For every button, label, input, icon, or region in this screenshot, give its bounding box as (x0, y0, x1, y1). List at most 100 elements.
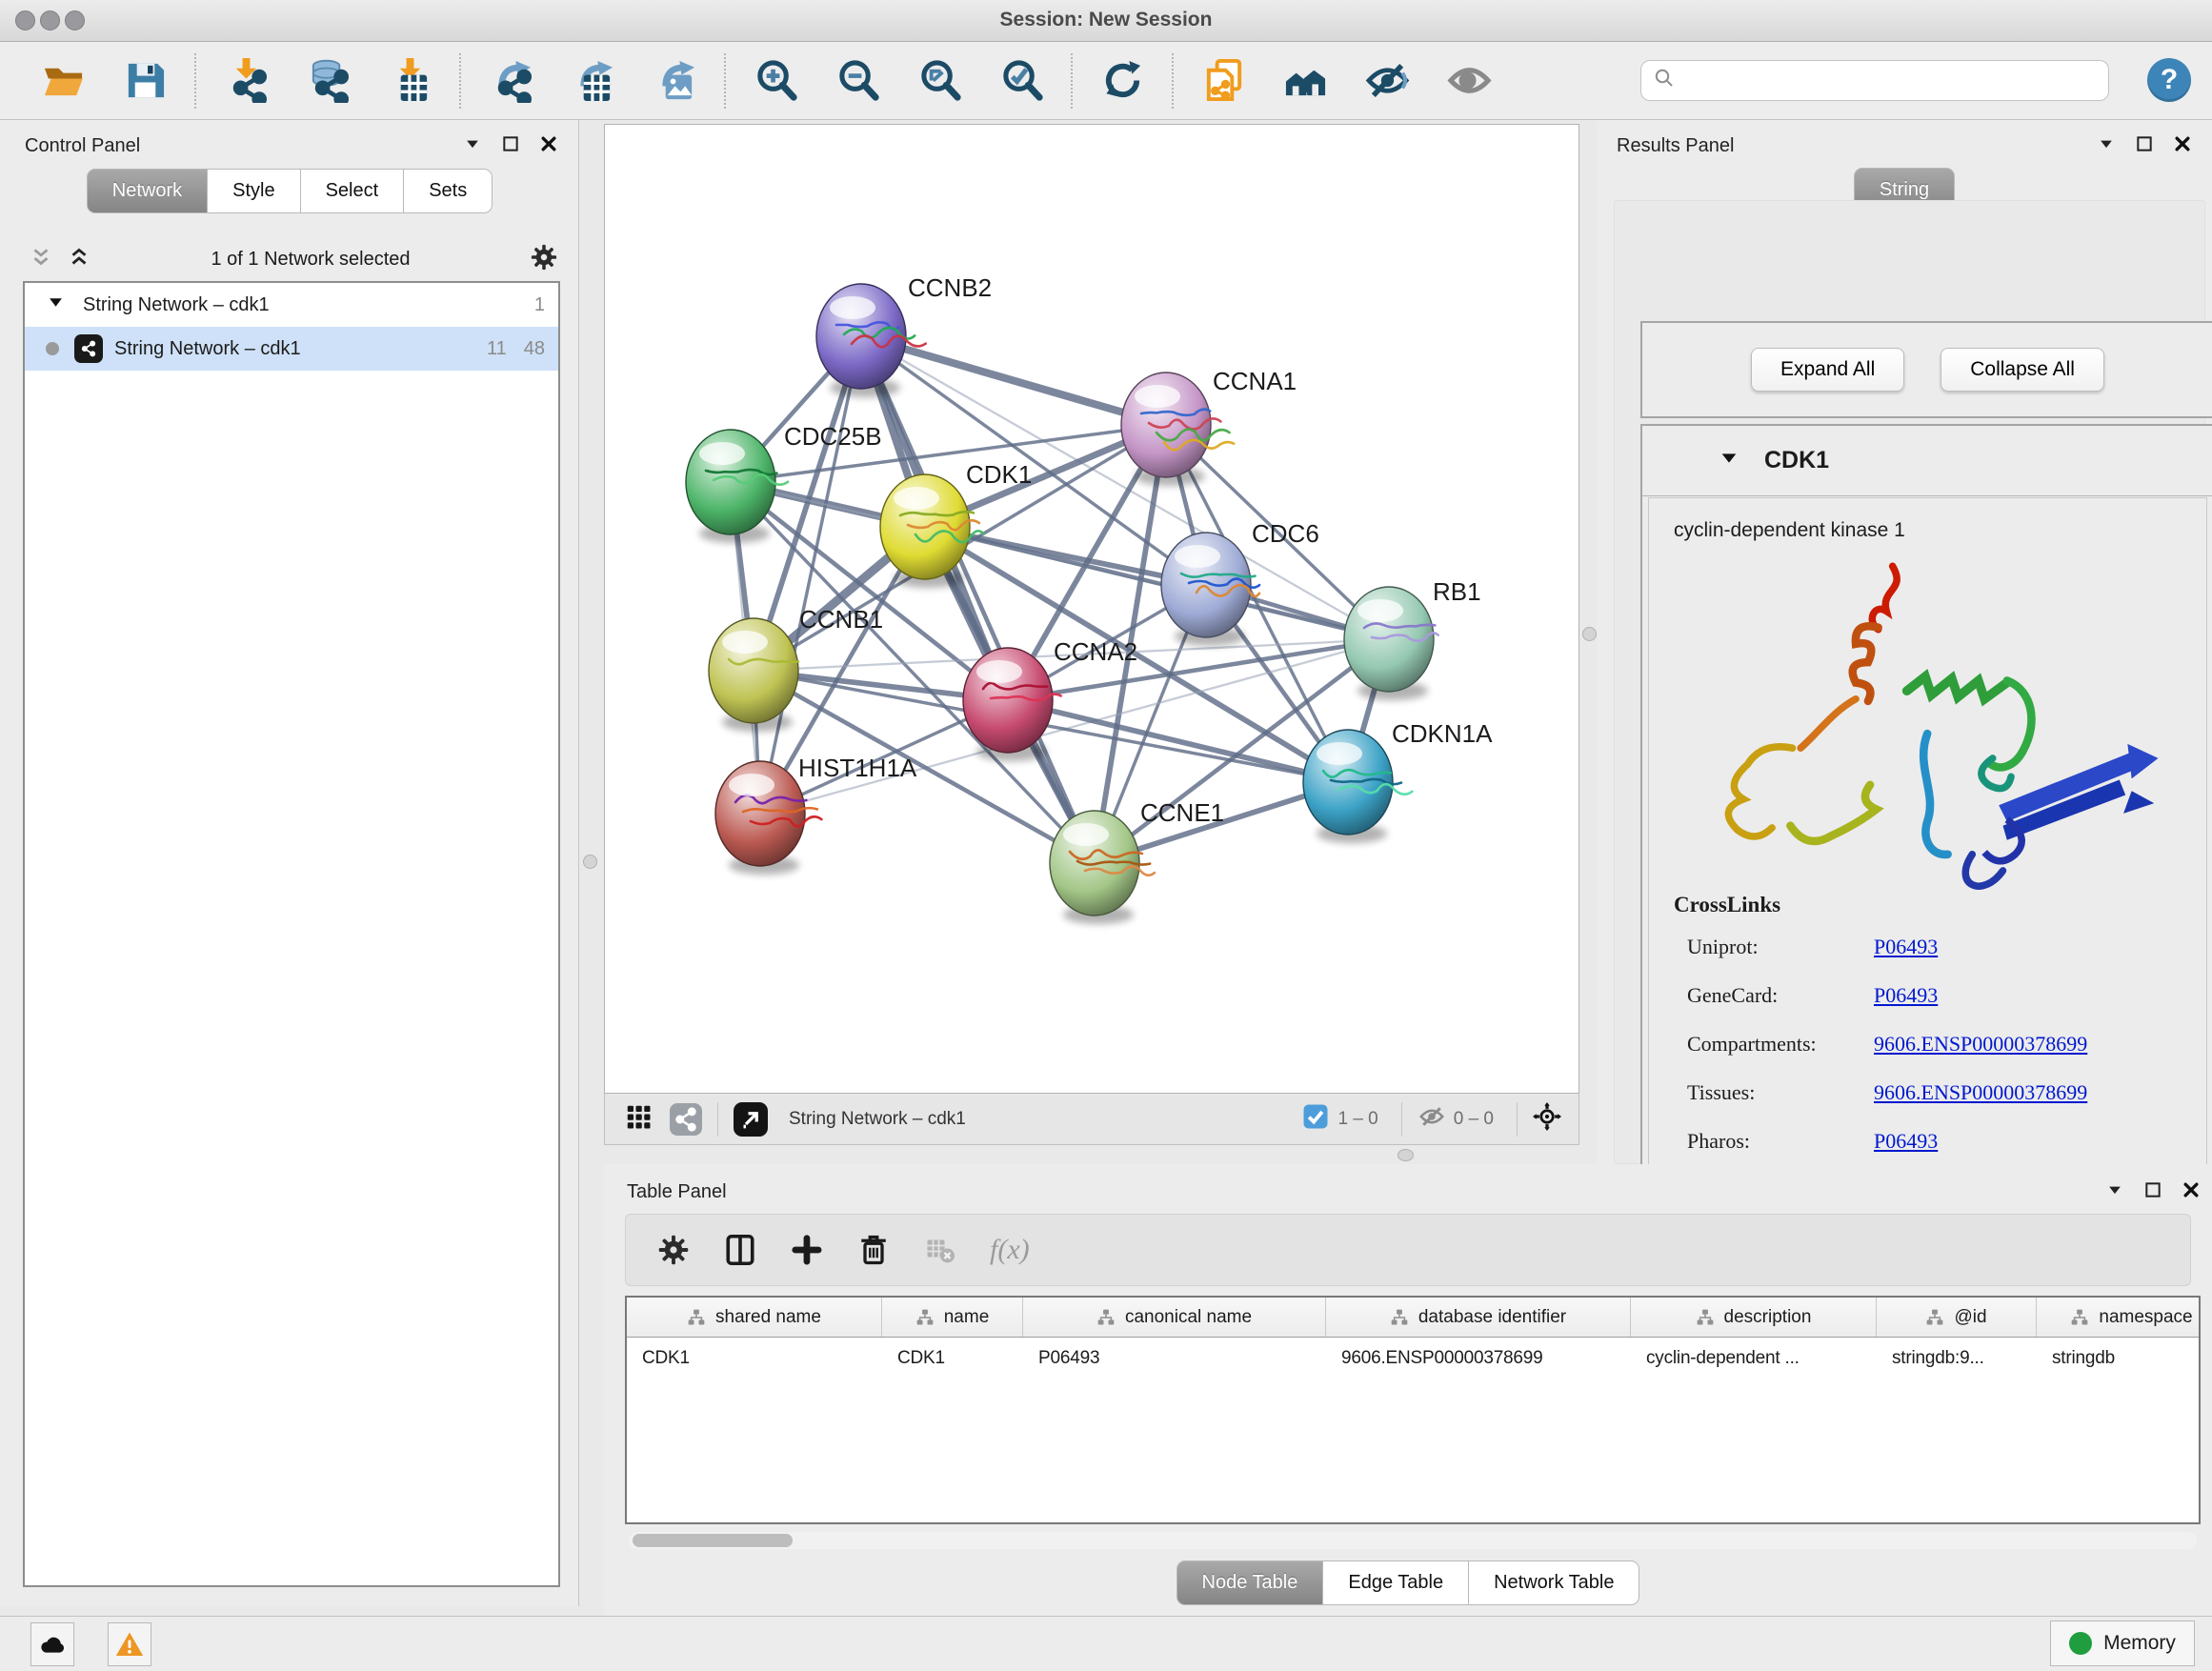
network-node-ccne1[interactable] (1050, 811, 1155, 916)
cloud-icon (37, 1629, 68, 1660)
table-cell[interactable]: P06493 (1023, 1348, 1326, 1369)
table-cell[interactable]: stringdb (2037, 1348, 2201, 1369)
hide-panels-button[interactable] (1362, 56, 1412, 106)
column-header-shared-name[interactable]: shared name (627, 1298, 882, 1337)
column-header-database-identifier[interactable]: database identifier (1326, 1298, 1631, 1337)
tab-style[interactable]: Style (208, 169, 300, 213)
search-box[interactable] (1640, 60, 2109, 101)
home-button[interactable] (1280, 56, 1330, 106)
columns-button[interactable] (723, 1233, 757, 1267)
help-button[interactable]: ? (2147, 58, 2191, 102)
add-button[interactable] (790, 1233, 824, 1267)
network-tree-row[interactable]: String Network – cdk11148 (25, 327, 558, 371)
tab-select[interactable]: Select (301, 169, 405, 213)
save-session-button[interactable] (120, 56, 170, 106)
import-network-database-button[interactable] (303, 56, 352, 106)
cloud-button[interactable] (30, 1622, 74, 1666)
table-cell[interactable]: cyclin-dependent ... (1631, 1348, 1877, 1369)
table-cell[interactable]: CDK1 (882, 1348, 1023, 1369)
refresh-button[interactable] (1097, 56, 1147, 106)
network-view-canvas[interactable]: CCNB2CCNA1CDC25BCDK1CDC6RB1CCNB1CCNA2CDK… (604, 124, 1579, 1094)
trash-button[interactable] (856, 1233, 891, 1267)
fx-button[interactable]: f(x) (990, 1234, 1030, 1266)
grid-view-icon[interactable] (624, 1102, 653, 1137)
warning-button[interactable] (108, 1622, 151, 1666)
clone-network-button[interactable] (1198, 56, 1248, 106)
network-graph[interactable]: CCNB2CCNA1CDC25BCDK1CDC6RB1CCNB1CCNA2CDK… (605, 125, 1579, 1093)
network-options-gear-icon[interactable] (530, 243, 558, 276)
tree-expand-triangle-icon[interactable] (48, 294, 64, 316)
show-eye-button[interactable] (1444, 56, 1494, 106)
zoom-selected-button[interactable] (996, 56, 1046, 106)
expand-all-icon[interactable] (67, 245, 91, 274)
crosslink-link[interactable]: 9606.ENSP00000378699 (1874, 1032, 2087, 1056)
control-panel-close-icon[interactable] (539, 134, 558, 158)
results-section-header[interactable]: CDK1 (1642, 426, 2212, 496)
column-header-canonical-name[interactable]: canonical name (1023, 1298, 1326, 1337)
right-splitter-handle[interactable] (1582, 627, 1597, 641)
gear-button[interactable] (656, 1233, 691, 1267)
bottom-splitter-handle[interactable] (1398, 1149, 1414, 1161)
fit-selection-crosshair-icon[interactable] (1533, 1102, 1561, 1137)
left-splitter-handle[interactable] (583, 855, 597, 869)
crosslink-link[interactable]: 9606.ENSP00000378699 (1874, 1080, 2087, 1104)
network-edge[interactable] (925, 527, 1389, 639)
network-node-rb1[interactable] (1344, 587, 1438, 692)
table-horizontal-scrollbar[interactable] (629, 1532, 2197, 1549)
network-node-ccnb1[interactable] (709, 618, 798, 723)
selected-checkbox-icon[interactable] (1301, 1102, 1330, 1137)
zoom-in-icon (754, 58, 798, 103)
detach-view-icon[interactable] (734, 1102, 768, 1137)
network-tree-row[interactable]: String Network – cdk11 (25, 283, 558, 327)
collapse-all-icon[interactable] (29, 245, 53, 274)
table-panel-close-icon[interactable] (2182, 1180, 2201, 1204)
column-header-name[interactable]: name (882, 1298, 1023, 1337)
network-edge[interactable] (861, 336, 1095, 863)
collapse-all-button[interactable]: Collapse All (1941, 348, 2104, 392)
network-edge[interactable] (861, 336, 1166, 425)
results-panel-menu-icon[interactable] (2097, 134, 2116, 158)
crosslink-link[interactable]: P06493 (1874, 935, 1938, 958)
column-header--id[interactable]: @id (1877, 1298, 2037, 1337)
export-network-button[interactable] (486, 56, 535, 106)
import-table-button[interactable] (385, 56, 434, 106)
tab-sets[interactable]: Sets (404, 169, 493, 213)
crosslink-link[interactable]: P06493 (1874, 983, 1938, 1007)
section-collapse-triangle-icon[interactable] (1719, 448, 1739, 473)
network-node-cdc6[interactable] (1161, 533, 1259, 637)
network-node-cdk1[interactable] (880, 474, 984, 579)
crosslink-link[interactable]: P06493 (1874, 1129, 1938, 1153)
open-session-button[interactable] (38, 56, 88, 106)
results-panel-float-icon[interactable] (2135, 134, 2154, 158)
tab-node-table[interactable]: Node Table (1176, 1560, 1324, 1605)
control-panel-float-icon[interactable] (501, 134, 520, 158)
results-panel-close-icon[interactable] (2173, 134, 2192, 158)
network-node-ccna2[interactable] (963, 648, 1061, 753)
node-table[interactable]: shared namenamecanonical namedatabase id… (625, 1296, 2201, 1524)
memory-button[interactable]: Memory (2050, 1621, 2195, 1666)
zoom-in-button[interactable] (751, 56, 800, 106)
tab-edge-table[interactable]: Edge Table (1323, 1560, 1469, 1605)
import-network-file-button[interactable] (221, 56, 271, 106)
table-panel-float-icon[interactable] (2143, 1180, 2162, 1204)
table-cell[interactable]: CDK1 (627, 1348, 882, 1369)
table-cell[interactable]: stringdb:9... (1877, 1348, 2037, 1369)
delete-table-button[interactable] (923, 1233, 957, 1267)
export-image-button[interactable] (650, 56, 699, 106)
expand-all-button[interactable]: Expand All (1751, 348, 1904, 392)
control-panel-menu-icon[interactable] (463, 134, 482, 158)
table-panel-menu-icon[interactable] (2105, 1180, 2124, 1204)
hidden-eye-icon[interactable] (1418, 1102, 1446, 1137)
table-cell[interactable]: 9606.ENSP00000378699 (1326, 1348, 1631, 1369)
tab-network[interactable]: Network (87, 169, 208, 213)
network-node-cdc25b[interactable] (686, 430, 788, 534)
network-badge-icon (670, 1103, 702, 1136)
search-input[interactable] (1676, 70, 2076, 91)
zoom-out-button[interactable] (833, 56, 882, 106)
table-row[interactable]: CDK1CDK1P064939606.ENSP00000378699cyclin… (627, 1338, 2199, 1379)
column-header-namespace[interactable]: namespace (2037, 1298, 2201, 1337)
export-table-button[interactable] (568, 56, 617, 106)
zoom-fit-button[interactable] (915, 56, 964, 106)
column-header-description[interactable]: description (1631, 1298, 1877, 1337)
tab-network-table[interactable]: Network Table (1469, 1560, 1639, 1605)
